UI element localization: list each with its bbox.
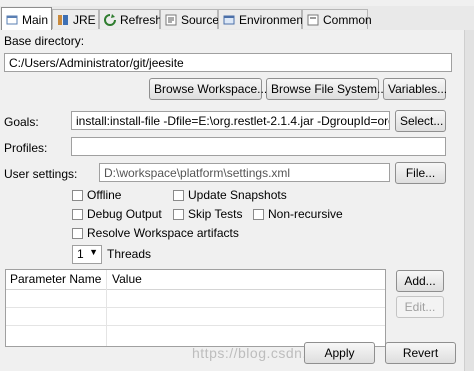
browse-workspace-button[interactable]: Browse Workspace...	[149, 78, 267, 100]
checkbox-box	[72, 189, 83, 201]
skip-tests-label: Skip Tests	[188, 207, 243, 221]
resolve-workspace-label: Resolve Workspace artifacts	[87, 226, 239, 240]
offline-checkbox[interactable]: Offline	[72, 187, 121, 203]
update-snapshots-label: Update Snapshots	[188, 188, 287, 202]
checkbox-box	[253, 208, 264, 220]
revert-button[interactable]: Revert	[385, 342, 456, 364]
tab-main[interactable]: Main	[1, 7, 52, 31]
checkbox-box	[173, 189, 184, 201]
main-tab-icon	[6, 14, 18, 26]
tab-refresh[interactable]: Refresh	[99, 9, 163, 29]
threads-spinner[interactable]: 1 ▼	[72, 245, 102, 264]
environment-icon	[223, 14, 235, 26]
table-row-line	[6, 307, 385, 308]
parameters-table[interactable]: Parameter Name Value	[5, 269, 386, 347]
user-settings-label: User settings:	[4, 167, 78, 181]
tab-source[interactable]: Source	[160, 9, 220, 29]
add-parameter-button[interactable]: Add...	[396, 270, 444, 292]
user-settings-field[interactable]: D:\workspace\platform\settings.xml	[99, 163, 390, 182]
launch-config-tabbar: Main JRE Refresh Source Environment Comm…	[0, 6, 474, 31]
vertical-scrollbar[interactable]	[464, 30, 474, 371]
debug-output-label: Debug Output	[87, 207, 162, 221]
profiles-label: Profiles:	[4, 141, 48, 155]
refresh-icon	[104, 13, 116, 26]
offline-label: Offline	[87, 188, 122, 202]
goals-select-button[interactable]: Select...	[395, 110, 446, 132]
tab-label: Environment	[239, 12, 307, 27]
table-row-line	[6, 325, 385, 326]
source-icon	[165, 14, 177, 26]
variables-button[interactable]: Variables...	[383, 78, 447, 100]
browse-file-system-button[interactable]: Browse File System...	[266, 78, 387, 100]
common-icon	[307, 14, 319, 26]
tab-label: JRE	[73, 12, 96, 27]
checkbox-box	[72, 208, 83, 220]
resolve-workspace-checkbox[interactable]: Resolve Workspace artifacts	[72, 225, 239, 241]
tab-label: Source	[181, 12, 220, 27]
tab-jre[interactable]: JRE	[52, 9, 99, 29]
update-snapshots-checkbox[interactable]: Update Snapshots	[173, 187, 287, 203]
edit-parameter-button[interactable]: Edit...	[396, 296, 444, 318]
debug-output-checkbox[interactable]: Debug Output	[72, 206, 162, 222]
tab-label: Refresh	[120, 12, 163, 27]
column-header-parameter-name[interactable]: Parameter Name	[10, 272, 101, 286]
apply-button[interactable]: Apply	[304, 342, 375, 364]
non-recursive-label: Non-recursive	[268, 207, 343, 221]
skip-tests-checkbox[interactable]: Skip Tests	[173, 206, 242, 222]
user-settings-file-button[interactable]: File...	[395, 162, 446, 184]
chevron-down-icon[interactable]: ▼	[89, 247, 98, 257]
column-header-value[interactable]: Value	[112, 272, 142, 286]
goals-label: Goals:	[4, 115, 39, 129]
base-directory-label: Base directory:	[4, 34, 85, 48]
column-divider	[106, 270, 107, 346]
parameters-table-header: Parameter Name Value	[6, 270, 385, 290]
checkbox-box	[72, 227, 83, 239]
non-recursive-checkbox[interactable]: Non-recursive	[253, 206, 343, 222]
checkbox-box	[173, 208, 184, 220]
base-directory-field[interactable]: C:/Users/Administrator/git/jeesite	[4, 53, 452, 72]
threads-label: Threads	[107, 247, 152, 261]
tab-label: Main	[22, 12, 49, 27]
tab-label: Common	[323, 12, 372, 27]
tab-environment[interactable]: Environment	[218, 9, 306, 29]
jre-icon	[57, 14, 69, 26]
goals-field[interactable]: install:install-file -Dfile=E:\org.restl…	[71, 111, 390, 130]
threads-value: 1	[77, 247, 84, 261]
tab-common[interactable]: Common	[302, 9, 372, 29]
profiles-field[interactable]	[71, 137, 446, 156]
